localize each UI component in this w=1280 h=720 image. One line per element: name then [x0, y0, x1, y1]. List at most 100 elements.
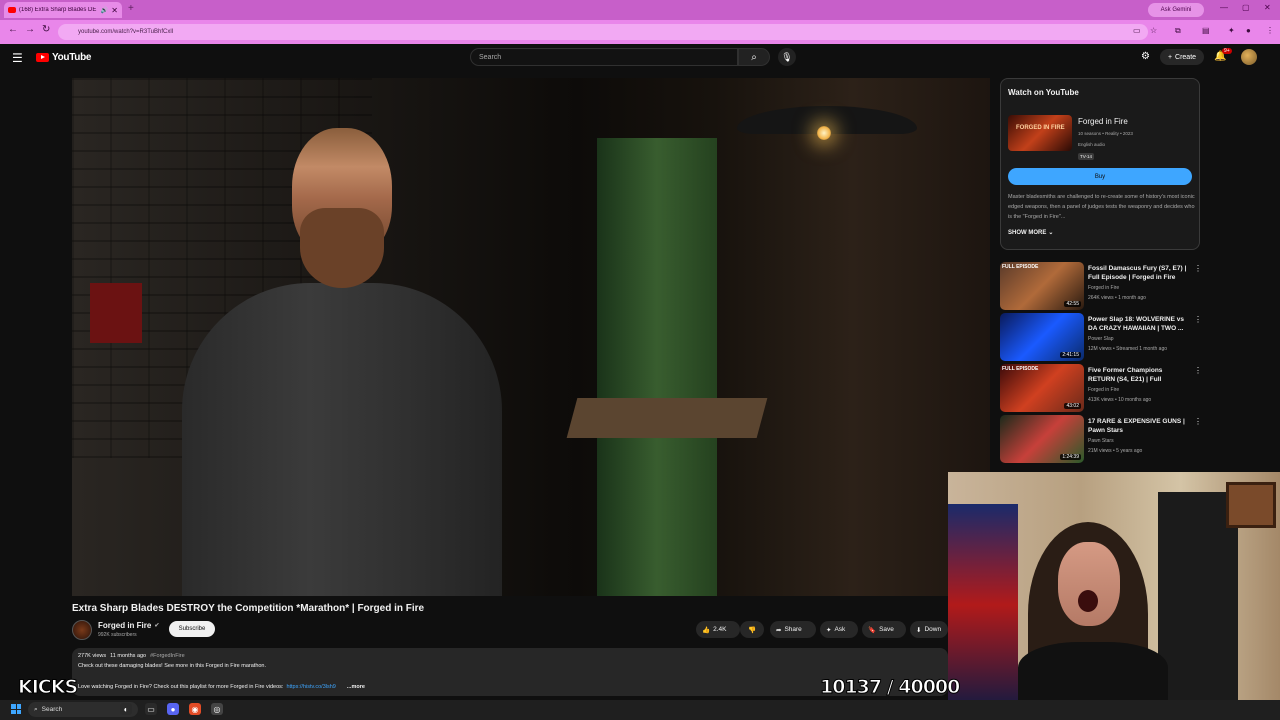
duration-badge: 1:24:39: [1060, 454, 1081, 460]
chrome-icon[interactable]: ◉: [189, 703, 201, 715]
light-bulb: [817, 126, 831, 140]
download-icon: ⬇: [916, 626, 922, 634]
extension-puzzle-icon[interactable]: ✦: [1228, 26, 1238, 36]
create-button[interactable]: + Create: [1160, 49, 1204, 65]
save-button[interactable]: 🔖 Save: [862, 621, 906, 638]
duration-badge: 42:55: [1064, 301, 1081, 307]
thumbnail-text: FORGED IN FIRE: [1016, 125, 1065, 131]
new-tab-button[interactable]: +: [128, 3, 134, 14]
workbench: [566, 398, 768, 438]
youtube-logo[interactable]: YouTube: [36, 52, 92, 63]
obs-icon[interactable]: ◎: [211, 703, 223, 715]
speaker-icon[interactable]: 🔊: [101, 7, 108, 14]
profile-icon[interactable]: ●: [1246, 26, 1256, 36]
forward-icon[interactable]: →: [25, 24, 35, 35]
dislike-button[interactable]: 👎: [740, 621, 764, 638]
recommendation-thumbnail[interactable]: 1:24:39: [1000, 415, 1084, 463]
sidepanel-icon[interactable]: ▤: [1202, 26, 1212, 36]
more-options-icon[interactable]: ⋮: [1194, 264, 1202, 273]
description-line-2-text: Love watching Forged in Fire? Check out …: [78, 684, 284, 690]
streamer-body: [1018, 642, 1168, 706]
recommendation-item[interactable]: 2:41:15 Power Slap 18: WOLVERINE vs DA C…: [1000, 313, 1202, 361]
recommendation-title[interactable]: Five Former Champions RETURN (S4, E21) |…: [1088, 366, 1188, 385]
back-icon[interactable]: ←: [8, 24, 18, 35]
save-label: Save: [879, 626, 894, 633]
show-thumbnail[interactable]: FORGED IN FIRE: [1008, 115, 1072, 151]
search-placeholder: Search: [479, 53, 502, 61]
view-count: 277K views: [78, 653, 107, 659]
reload-icon[interactable]: ↻: [42, 24, 50, 35]
recommendation-thumbnail[interactable]: FULL EPISODE 42:55: [1000, 262, 1084, 310]
video-title: Extra Sharp Blades DESTROY the Competiti…: [72, 603, 425, 614]
recommendation-channel[interactable]: Pawn Stars: [1088, 438, 1114, 444]
widgets-icon[interactable]: ◐: [120, 703, 132, 715]
channel-avatar[interactable]: [72, 620, 92, 640]
recommendation-item[interactable]: FULL EPISODE 42:55 Fossil Damascus Fury …: [1000, 262, 1202, 310]
rating-badge: TV-14: [1078, 153, 1095, 160]
youtube-play-icon: [36, 53, 49, 62]
search-button[interactable]: ⌕: [738, 48, 770, 66]
playlist-link[interactable]: https://histv.co/3lsh9: [286, 684, 335, 690]
recommendation-meta: 21M views • 5 years ago: [1088, 448, 1143, 454]
recommendation-meta: 264K views • 1 month ago: [1088, 295, 1146, 301]
extensions-icon[interactable]: ⧉: [1175, 26, 1185, 36]
share-button[interactable]: ➦ Share: [770, 621, 816, 638]
contestant-beard: [300, 208, 384, 288]
cast-icon[interactable]: ⚙: [1141, 51, 1150, 62]
duration-badge: 2:41:15: [1060, 352, 1081, 358]
bookmark-star-icon[interactable]: ☆: [1150, 26, 1160, 36]
recommendation-channel[interactable]: Forged in Fire: [1088, 285, 1119, 291]
hashtag[interactable]: #ForgedInFire: [150, 653, 185, 659]
browser-tab[interactable]: (168) Extra Sharp Blades DE 🔊 ✕: [4, 2, 122, 18]
share-arrow-icon: ➦: [776, 626, 782, 634]
recommendation-channel[interactable]: Forged in Fire: [1088, 387, 1119, 393]
subscriber-count: 992K subscribers: [98, 632, 137, 638]
red-welder: [90, 283, 142, 343]
discord-icon[interactable]: ●: [167, 703, 179, 715]
voice-search-button[interactable]: 🎙: [778, 48, 796, 66]
create-label: Create: [1175, 53, 1197, 61]
more-options-icon[interactable]: ⋮: [1194, 417, 1202, 426]
subscribe-button[interactable]: Subscribe: [169, 621, 215, 637]
search-input[interactable]: Search: [470, 48, 738, 66]
show-name[interactable]: Forged in Fire: [1078, 117, 1128, 126]
recommendation-meta: 413K views • 10 months ago: [1088, 397, 1152, 403]
task-view-icon[interactable]: ▭: [145, 703, 157, 715]
show-more-link[interactable]: ...more: [347, 684, 365, 690]
close-window-icon[interactable]: ✕: [1264, 3, 1271, 12]
like-count: 2.4K: [713, 626, 727, 633]
ask-button[interactable]: ✦ Ask: [820, 621, 858, 638]
download-label: Down: [924, 626, 942, 633]
recommendation-item[interactable]: FULL EPISODE 43:02 Five Former Champions…: [1000, 364, 1202, 412]
buy-button[interactable]: Buy: [1008, 168, 1192, 185]
hamburger-menu-icon[interactable]: ☰: [12, 51, 23, 65]
watch-on-youtube-panel: [1000, 78, 1200, 250]
channel-name-row[interactable]: Forged in Fire ✔: [98, 621, 159, 630]
cast-tab-icon[interactable]: ▭: [1133, 26, 1143, 36]
url-bar[interactable]: youtube.com/watch?v=R3TuBhfCxlI: [58, 24, 1148, 40]
recommendation-title[interactable]: Fossil Damascus Fury (S7, E7) | Full Epi…: [1088, 264, 1188, 283]
recommendation-item[interactable]: 1:24:39 17 RARE & EXPENSIVE GUNS | Pawn …: [1000, 415, 1202, 463]
recommendation-title[interactable]: Power Slap 18: WOLVERINE vs DA CRAZY HAW…: [1088, 315, 1188, 334]
like-button[interactable]: 👍 2.4K: [696, 621, 740, 638]
recommendation-title[interactable]: 17 RARE & EXPENSIVE GUNS | Pawn Stars: [1088, 417, 1188, 436]
account-avatar[interactable]: [1241, 49, 1257, 65]
close-tab-icon[interactable]: ✕: [111, 6, 118, 15]
ask-gemini-button[interactable]: Ask Gemini: [1148, 3, 1204, 17]
show-audio: English audio: [1078, 142, 1106, 147]
windows-start-icon[interactable]: [11, 704, 21, 714]
video-player[interactable]: [72, 78, 990, 596]
recommendation-channel[interactable]: Power Slap: [1088, 336, 1114, 342]
recommendation-thumbnail[interactable]: 2:41:15: [1000, 313, 1084, 361]
maximize-icon[interactable]: ▢: [1242, 3, 1250, 12]
channel-name: Forged in Fire: [98, 621, 152, 630]
thumbs-up-icon: 👍: [702, 626, 711, 634]
minimize-icon[interactable]: —: [1220, 3, 1228, 12]
more-options-icon[interactable]: ⋮: [1194, 315, 1202, 324]
plus-icon: +: [1167, 53, 1173, 61]
browser-menu-icon[interactable]: ⋮: [1266, 26, 1276, 36]
recommendation-thumbnail[interactable]: FULL EPISODE 43:02: [1000, 364, 1084, 412]
download-button[interactable]: ⬇ Down: [910, 621, 948, 638]
show-more-button[interactable]: SHOW MORE ⌄: [1008, 229, 1053, 237]
more-options-icon[interactable]: ⋮: [1194, 366, 1202, 375]
